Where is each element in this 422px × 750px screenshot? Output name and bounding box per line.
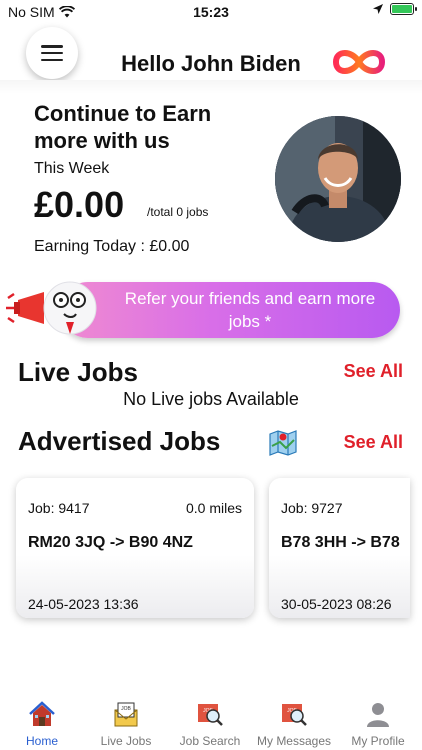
home-icon: [29, 701, 55, 726]
earnings-period-label: This Week: [34, 160, 110, 177]
status-time: 15:23: [193, 4, 229, 20]
svg-text:JOB: JOB: [121, 706, 131, 712]
job-route: B78 3HH -> B78: [281, 534, 400, 551]
status-right: [372, 3, 417, 15]
bottom-nav: Home JOB Live Jobs JOB Job Search JOB My…: [0, 696, 422, 750]
earnings-amount: £0.00: [34, 184, 125, 225]
job-date: 24-05-2023 13:36: [28, 596, 139, 612]
earnings-title: Continue to Earn more with us: [34, 101, 212, 153]
location-arrow-icon: [373, 4, 383, 14]
live-jobs-empty-text: No Live jobs Available: [123, 389, 299, 409]
job-distance: 0.0 miles: [185, 500, 242, 516]
header-shadow: [0, 80, 422, 94]
nav-label: My Profile: [351, 734, 405, 748]
job-card[interactable]: Job: 9417 0.0 miles RM20 3JQ -> B90 4NZ …: [16, 478, 254, 618]
megaphone-mascot-icon: [6, 281, 97, 335]
job-date: 30-05-2023 08:26: [281, 596, 392, 612]
refer-text: Refer your friends and earn more jobs *: [124, 289, 376, 331]
job-search-icon: JOB: [198, 704, 223, 726]
driver-photo: [275, 116, 401, 242]
job-route: RM20 3JQ -> B90 4NZ: [28, 534, 193, 551]
job-number: Job: 9727: [281, 500, 343, 516]
status-bar: No SIM 15:23: [0, 0, 422, 24]
nav-item-home[interactable]: Home: [0, 696, 84, 750]
earnings-total-jobs: /total 0 jobs: [147, 205, 209, 219]
live-jobs-envelope-icon: JOB: [114, 702, 138, 727]
advertised-jobs-title: Advertised Jobs: [18, 426, 221, 456]
profile-icon: [367, 703, 389, 727]
nav-item-my-messages[interactable]: JOB My Messages: [252, 696, 336, 750]
nav-item-my-profile[interactable]: My Profile: [336, 696, 420, 750]
advertised-jobs-see-all-link[interactable]: See All: [344, 432, 403, 453]
messages-icon: JOB: [282, 704, 307, 726]
earnings-today: Earning Today : £0.00: [34, 238, 190, 255]
live-jobs-see-all-link[interactable]: See All: [344, 361, 403, 382]
job-number: Job: 9417: [28, 500, 90, 516]
live-jobs-title: Live Jobs: [18, 357, 138, 387]
app-logo: [332, 50, 386, 74]
nav-item-job-search[interactable]: JOB Job Search: [168, 696, 252, 750]
job-card[interactable]: Job: 9727 B78 3HH -> B78 30-05-2023 08:2…: [269, 478, 410, 618]
nav-item-live-jobs[interactable]: JOB Live Jobs: [84, 696, 168, 750]
map-icon[interactable]: [268, 428, 298, 456]
battery-icon: [390, 3, 417, 15]
